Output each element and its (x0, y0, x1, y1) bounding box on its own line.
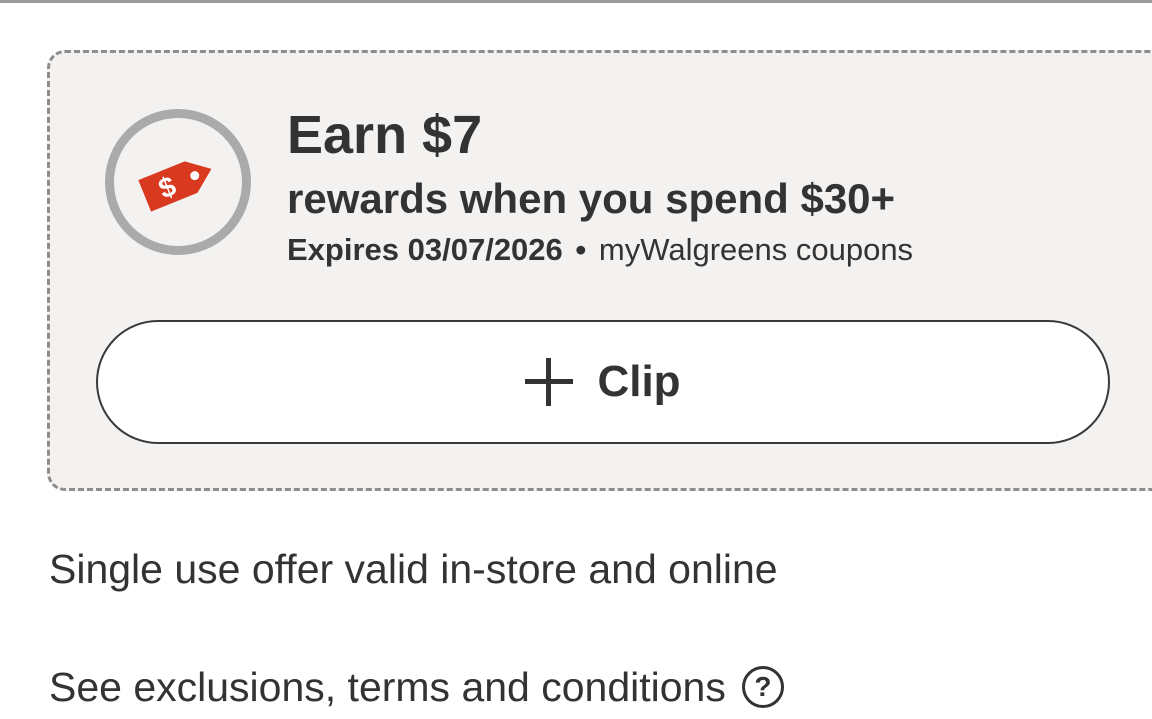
offer-meta: Expires 03/07/2026 • myWalgreens coupons (287, 230, 913, 270)
offer-source: myWalgreens coupons (598, 232, 914, 267)
meta-separator: • (575, 232, 587, 267)
clip-button[interactable]: Clip (96, 320, 1110, 444)
top-divider (0, 0, 1152, 3)
clip-button-label: Clip (597, 357, 681, 406)
help-icon[interactable]: ? (741, 666, 784, 708)
single-use-text: Single use offer valid in-store and onli… (49, 546, 778, 592)
terms-row[interactable]: See exclusions, terms and conditions ? (49, 662, 784, 712)
plus-icon (525, 358, 574, 406)
offer-title: Earn $7 (287, 105, 483, 165)
coupon-badge: $ (105, 109, 251, 255)
terms-link[interactable]: See exclusions, terms and conditions (49, 662, 726, 712)
offer-subtitle: rewards when you spend $30+ (287, 175, 896, 222)
price-tag-icon: $ (138, 161, 212, 212)
offer-expiration: Expires 03/07/2026 (287, 232, 563, 267)
